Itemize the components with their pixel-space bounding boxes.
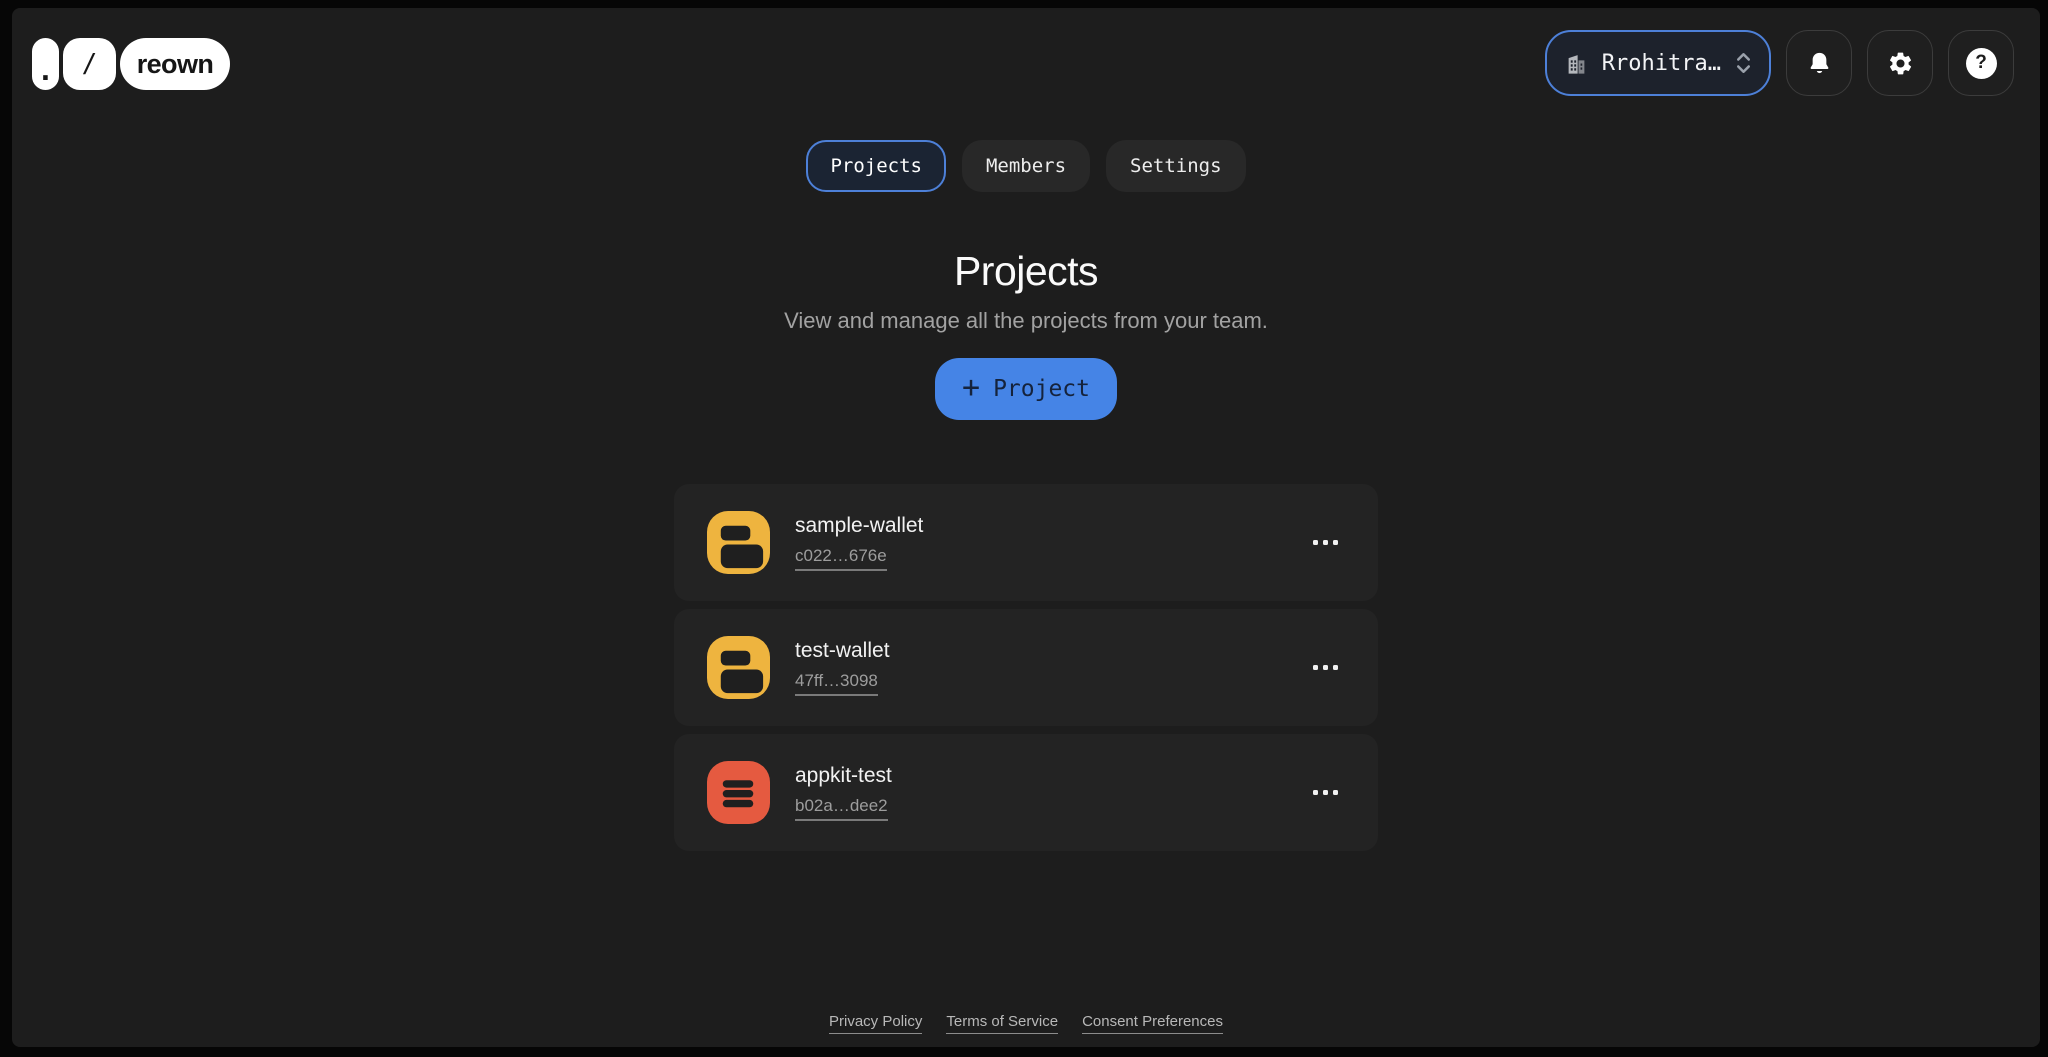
app-window: . / reown [12, 8, 2040, 1047]
project-info: sample-wallet c022…676e [795, 514, 923, 571]
header-actions: Rrohitra… [1545, 30, 2014, 96]
project-id-link[interactable]: 47ff…3098 [795, 671, 878, 696]
gear-icon [1887, 50, 1914, 77]
wallet-icon [707, 636, 770, 699]
tab-members[interactable]: Members [962, 140, 1090, 192]
project-list: sample-wallet c022…676e [674, 484, 1378, 851]
building-icon [1563, 50, 1590, 77]
tab-projects[interactable]: Projects [806, 140, 946, 192]
notifications-button[interactable] [1786, 30, 1852, 96]
question-mark-icon: ? [1966, 48, 1997, 79]
header: . / reown [12, 8, 2040, 96]
ellipsis-icon [1313, 790, 1318, 795]
create-project-button[interactable]: + Project [935, 358, 1117, 420]
ellipsis-icon [1313, 540, 1318, 545]
project-info: appkit-test b02a…dee2 [795, 764, 892, 821]
project-menu-button[interactable] [1311, 784, 1340, 801]
list-bars-icon [707, 761, 770, 824]
wallet-icon [707, 511, 770, 574]
consent-preferences-link[interactable]: Consent Preferences [1082, 1013, 1223, 1034]
create-project-label: Project [993, 376, 1090, 402]
project-info: test-wallet 47ff…3098 [795, 639, 890, 696]
logo-wordmark: reown [120, 38, 230, 90]
screen: . / reown [0, 0, 2048, 1057]
org-tabs: Projects Members Settings [12, 140, 2040, 192]
ellipsis-icon [1313, 665, 1318, 670]
bell-icon [1806, 50, 1833, 77]
project-card-test-wallet[interactable]: test-wallet 47ff…3098 [674, 609, 1378, 726]
footer: Privacy Policy Terms of Service Consent … [12, 1013, 2040, 1034]
privacy-policy-link[interactable]: Privacy Policy [829, 1013, 922, 1034]
plus-icon: + [962, 373, 980, 403]
project-card-sample-wallet[interactable]: sample-wallet c022…676e [674, 484, 1378, 601]
reown-logo[interactable]: . / reown [32, 38, 230, 90]
chevron-up-down-icon [1733, 50, 1754, 76]
project-menu-button[interactable] [1311, 534, 1340, 551]
project-menu-button[interactable] [1311, 659, 1340, 676]
terms-of-service-link[interactable]: Terms of Service [946, 1013, 1058, 1034]
logo-slash-pill: / [63, 38, 116, 90]
project-name: appkit-test [795, 764, 892, 788]
tab-settings[interactable]: Settings [1106, 140, 1246, 192]
project-name: sample-wallet [795, 514, 923, 538]
org-selector[interactable]: Rrohitra… [1545, 30, 1771, 96]
project-name: test-wallet [795, 639, 890, 663]
project-card-appkit-test[interactable]: appkit-test b02a…dee2 [674, 734, 1378, 851]
org-name-label: Rrohitra… [1602, 51, 1721, 76]
project-id-link[interactable]: c022…676e [795, 546, 887, 571]
page-subtitle: View and manage all the projects from yo… [12, 308, 2040, 334]
page-title: Projects [12, 248, 2040, 295]
project-id-link[interactable]: b02a…dee2 [795, 796, 888, 821]
settings-button[interactable] [1867, 30, 1933, 96]
main-content: Projects View and manage all the project… [12, 248, 2040, 851]
logo-dot-pill: . [32, 38, 59, 90]
help-button[interactable]: ? [1948, 30, 2014, 96]
